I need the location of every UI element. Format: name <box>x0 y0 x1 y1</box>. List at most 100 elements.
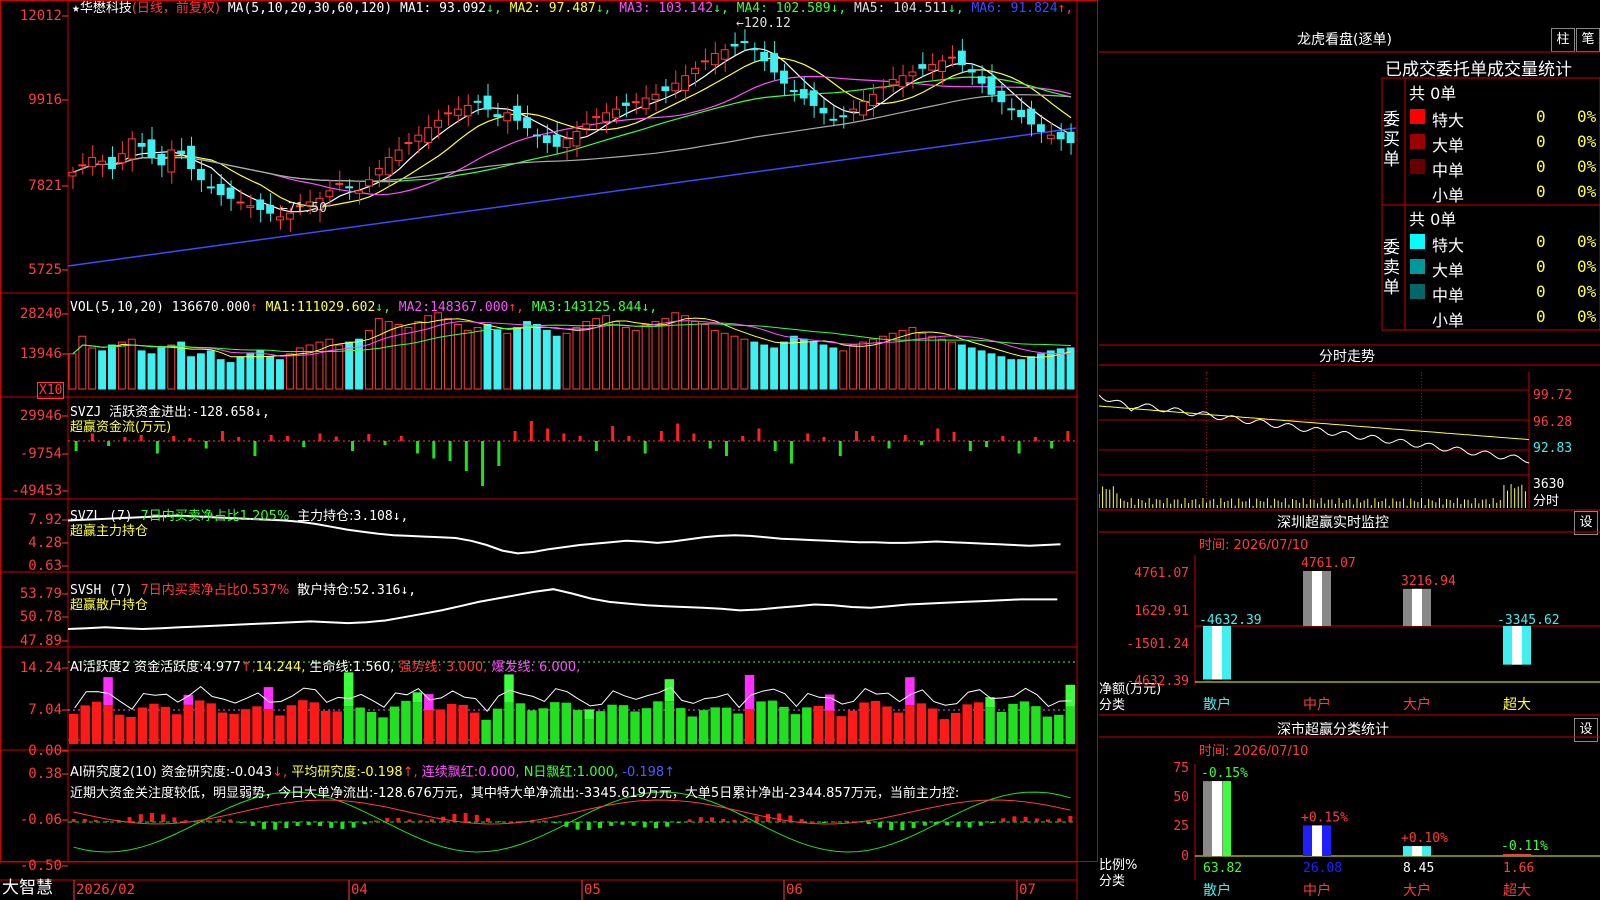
ai-active-bar <box>550 702 560 744</box>
stock-name: 华懋科技 <box>79 1 132 16</box>
ai-research-bar <box>82 818 87 822</box>
volume-bar <box>532 324 541 390</box>
sz-class-change-label: -0.15% <box>1201 766 1248 781</box>
volume-bar <box>908 326 917 390</box>
svzj-ytick: -9754 <box>19 446 62 462</box>
ma-label: MA1: <box>400 1 432 16</box>
candle-body <box>859 101 867 116</box>
ai-research-bar <box>575 822 580 830</box>
intraday-vol-label: 分时 <box>1533 494 1559 509</box>
sz-monitor-ytick: -1501.24 <box>1126 637 1189 652</box>
ai-red-value: 0.000, <box>478 765 520 780</box>
ai-active-arrow: ↑, <box>240 660 256 675</box>
vol-ma-label: MA1: <box>257 300 297 315</box>
svzj-bar <box>546 428 550 441</box>
candle-body <box>424 127 433 144</box>
ai-active-bar <box>573 710 583 744</box>
ai-active-bar <box>618 705 629 744</box>
ai-active-bar <box>939 719 949 744</box>
right-panel-graphics: 99.72 96.28 92.83 3630 分时 4761.07 1629.91 -1501… <box>1099 51 1600 899</box>
volume-bar <box>206 350 215 390</box>
ai-active-bar <box>458 704 468 744</box>
volume-bar <box>88 347 97 390</box>
ai-research-bar <box>206 820 210 822</box>
ai-research-bar <box>956 822 961 827</box>
svsh-subtitle: 超赢散户持仓 <box>70 598 149 613</box>
svzj-bar <box>367 434 371 441</box>
candle-body <box>829 118 838 121</box>
ai-active-name: AI活跃度2 <box>70 660 130 675</box>
svzj-bar <box>1033 437 1037 441</box>
sz-class-value-label: 1.66 <box>1503 861 1534 876</box>
ai-active-bar <box>584 719 594 744</box>
svzj-header: SVZJ 活跃资金进出:-128.658↓, <box>70 405 270 420</box>
sz-class-category: 超大 <box>1503 883 1531 899</box>
svzj-bar <box>107 441 111 446</box>
sz-monitor-bar-highlight <box>1512 626 1522 665</box>
ai-active-bar <box>149 703 159 744</box>
candle-body <box>592 116 601 119</box>
candle-body <box>246 205 255 208</box>
volume-bar <box>957 344 966 390</box>
candle-body <box>868 93 877 106</box>
vol-ma-label: MA3: <box>524 300 564 315</box>
ai-active-bar <box>343 706 354 744</box>
volume-bar <box>503 332 512 390</box>
ai-active-bar <box>401 700 411 744</box>
candle-body <box>256 199 265 210</box>
svzj-bar <box>1001 436 1005 441</box>
ai-active-bar <box>756 701 766 744</box>
candle-body <box>187 145 195 170</box>
volume-bar <box>859 341 867 390</box>
ai-research-bar <box>418 820 423 822</box>
ma-arrow: ↑, <box>1057 1 1074 16</box>
candle-body <box>849 108 858 112</box>
volume-bar <box>720 332 729 390</box>
candle-body <box>661 86 670 92</box>
candle-body <box>493 114 502 118</box>
ai-active-bar <box>378 717 388 744</box>
price-ytick: 7821 <box>28 178 62 194</box>
candle-body <box>898 75 907 88</box>
ai-active-bar <box>252 706 262 744</box>
ai-active-bar <box>893 712 904 744</box>
ai-research-bar <box>94 820 98 822</box>
sz-monitor-bar-label: 4761.07 <box>1301 556 1356 571</box>
svzl-subtitle: 超赢主力持仓 <box>70 524 149 539</box>
candle-body <box>1036 124 1045 132</box>
volume-bar <box>700 324 709 390</box>
volume-bar <box>750 341 759 390</box>
ai-research-bar <box>889 822 894 831</box>
volume-bar <box>513 326 522 390</box>
volume-bar <box>187 356 195 390</box>
volume-bar <box>760 344 769 390</box>
ai-research-bar <box>396 818 401 822</box>
ai-research-bar <box>631 822 636 826</box>
svzj-value: -128.658 <box>191 405 255 420</box>
volume-bar <box>612 321 620 390</box>
ai-research-bar <box>295 822 300 826</box>
ai-active-bar <box>229 713 239 744</box>
ai-active-bar <box>1031 706 1041 744</box>
vol-panel-header: VOL(5,10,20) 136670.000↑ MA1:111029.602↓… <box>70 300 657 315</box>
candle-body <box>266 204 275 214</box>
volume-bar <box>463 329 472 390</box>
volume-bar <box>641 324 650 390</box>
volume-bar <box>374 318 383 390</box>
ma-arrow: ↓, <box>830 1 847 16</box>
candle-body <box>700 60 709 63</box>
volume-bar <box>236 356 245 390</box>
candle-body <box>710 52 719 66</box>
svzl-arrow: ↓, <box>392 509 409 524</box>
volume-bar <box>1007 359 1016 390</box>
candle-body <box>809 90 818 106</box>
svzj-bar <box>220 431 224 441</box>
candle-body <box>157 153 166 166</box>
svzj-bar <box>855 431 859 441</box>
volume-bar <box>147 353 156 390</box>
ai-active-bar <box>435 709 445 744</box>
star-icon[interactable]: ★ <box>72 1 80 16</box>
svzj-bar <box>123 437 127 441</box>
svzj-bar <box>594 441 598 451</box>
ai-research-bar <box>1046 819 1050 822</box>
